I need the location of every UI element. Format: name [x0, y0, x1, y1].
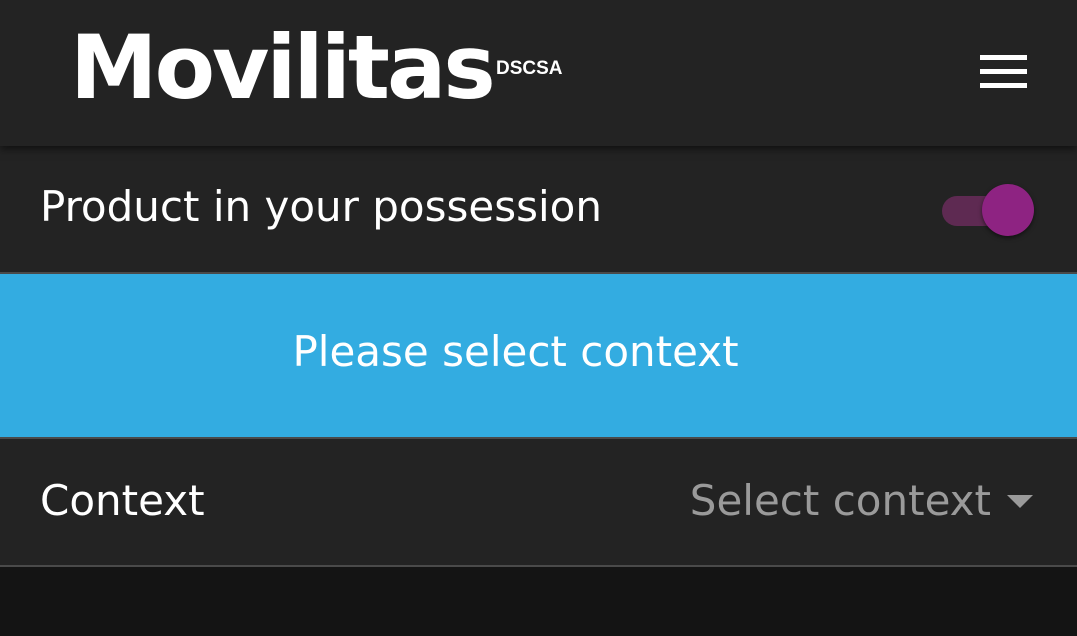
context-select-value: Select context: [689, 476, 991, 525]
banner-message: Please select context: [292, 327, 739, 376]
possession-row: Product in your possession: [0, 146, 1077, 272]
possession-toggle[interactable]: [940, 182, 1038, 238]
app-header: Movilitas DSCSA: [0, 0, 1077, 146]
content-area: [0, 567, 1077, 636]
context-row: Context Select context: [0, 439, 1077, 565]
dropdown-arrow-icon: [1007, 494, 1033, 508]
toggle-thumb: [982, 184, 1034, 236]
possession-label: Product in your possession: [40, 182, 602, 231]
context-label: Context: [40, 476, 205, 525]
hamburger-menu-icon[interactable]: [972, 50, 1034, 94]
app-logo: Movilitas: [70, 16, 496, 119]
app-logo-subtitle: DSCSA: [496, 58, 563, 79]
context-banner: Please select context: [0, 274, 1077, 437]
context-select[interactable]: Select context: [690, 473, 1033, 529]
